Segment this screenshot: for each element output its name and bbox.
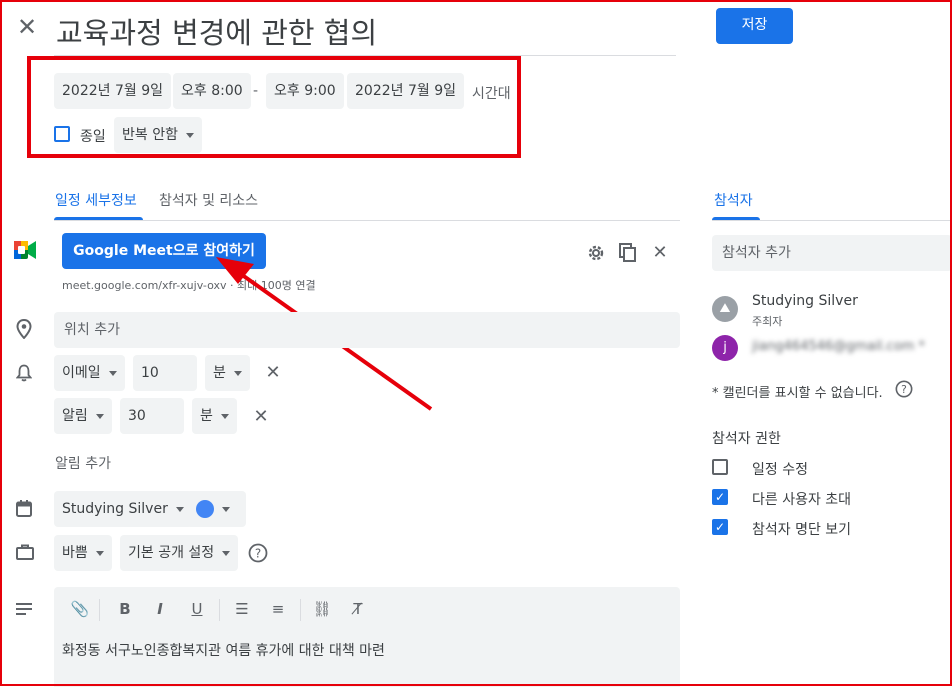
italic-icon[interactable]: I <box>150 600 170 618</box>
calendar-icon <box>16 500 32 517</box>
permission-see-guest-list-checkbox[interactable]: ✓ <box>712 519 728 535</box>
toolbar-divider <box>219 599 220 621</box>
chevron-down-icon <box>108 370 117 376</box>
location-pin-icon <box>16 319 32 339</box>
remove-notification-2-icon[interactable]: ✕ <box>251 406 271 427</box>
notification-2-unit: 분 <box>200 408 213 424</box>
bold-icon[interactable]: B <box>115 600 135 618</box>
notification-1-value-input[interactable]: 10 <box>133 355 197 391</box>
organizer-name: Studying Silver <box>752 293 858 309</box>
chevron-down-icon <box>222 550 231 556</box>
visibility-dropdown[interactable]: 기본 공개 설정 <box>120 535 239 571</box>
link-icon[interactable]: ⛓ <box>312 600 332 618</box>
notification-2-unit-dropdown[interactable]: 분 <box>192 398 237 434</box>
numbered-list-icon[interactable]: ☰ <box>232 600 252 618</box>
notification-2-type-dropdown[interactable]: 알림 <box>54 398 112 434</box>
help-icon[interactable]: ? <box>248 543 268 563</box>
bulleted-list-icon[interactable]: ≡ <box>268 600 288 618</box>
bell-icon <box>16 364 32 382</box>
description-icon <box>16 603 32 615</box>
attachment-icon[interactable]: 📎 <box>70 600 90 618</box>
organizer-role: 주최자 <box>752 315 783 328</box>
add-guests-input[interactable]: 참석자 추가 <box>712 235 952 271</box>
chevron-down-icon <box>175 506 184 512</box>
guest-avatar: j <box>712 335 738 361</box>
help-icon[interactable]: ? <box>895 380 913 398</box>
toolbar-divider <box>300 599 301 621</box>
notification-1-unit-dropdown[interactable]: 분 <box>205 355 250 391</box>
permission-invite-others-checkbox[interactable]: ✓ <box>712 489 728 505</box>
permission-invite-others-label: 다른 사용자 초대 <box>752 492 852 508</box>
calendar-unavailable-note: * 캘린더를 표시할 수 없습니다. <box>712 386 883 401</box>
calendar-name: Studying Silver <box>62 501 168 517</box>
notification-1-type-dropdown[interactable]: 이메일 <box>54 355 125 391</box>
underline-icon[interactable]: U <box>187 600 207 618</box>
notification-1-unit: 분 <box>213 365 226 381</box>
briefcase-icon <box>16 544 34 560</box>
permission-modify-event-checkbox[interactable] <box>712 459 728 475</box>
location-input[interactable]: 위치 추가 <box>54 312 680 348</box>
busy-status-dropdown[interactable]: 바쁨 <box>54 535 112 571</box>
permission-see-guest-list-label: 참석자 명단 보기 <box>752 522 852 538</box>
add-notification-link[interactable]: 알림 추가 <box>55 453 111 473</box>
notification-2-type: 알림 <box>62 408 88 424</box>
notification-2-value-input[interactable]: 30 <box>120 398 184 434</box>
chevron-down-icon <box>95 550 104 556</box>
busy-label: 바쁨 <box>62 545 88 561</box>
chevron-down-icon <box>95 413 104 419</box>
guest-permissions-title: 참석자 권한 <box>712 431 781 447</box>
chevron-down-icon <box>220 413 229 419</box>
organizer-avatar: ⛰ <box>712 296 738 322</box>
visibility-label: 기본 공개 설정 <box>128 545 215 561</box>
description-text[interactable]: 화정동 서구노인종합복지관 여름 휴가에 대한 대책 마련 <box>62 640 385 660</box>
guest-email[interactable]: jiang464546@gmail.com * <box>752 339 925 354</box>
chevron-down-icon <box>233 370 242 376</box>
svg-text:?: ? <box>255 547 261 561</box>
permission-modify-event-label: 일정 수정 <box>752 462 808 478</box>
toolbar-divider <box>99 599 100 621</box>
chevron-down-icon <box>222 506 230 512</box>
remove-notification-1-icon[interactable]: ✕ <box>263 362 283 383</box>
notification-1-type: 이메일 <box>62 365 101 381</box>
color-swatch <box>196 500 214 518</box>
clear-formatting-icon[interactable]: T̸ <box>348 600 368 618</box>
svg-text:?: ? <box>901 383 907 396</box>
calendar-select-dropdown[interactable]: Studying Silver <box>54 491 192 527</box>
event-color-dropdown[interactable] <box>186 491 246 527</box>
